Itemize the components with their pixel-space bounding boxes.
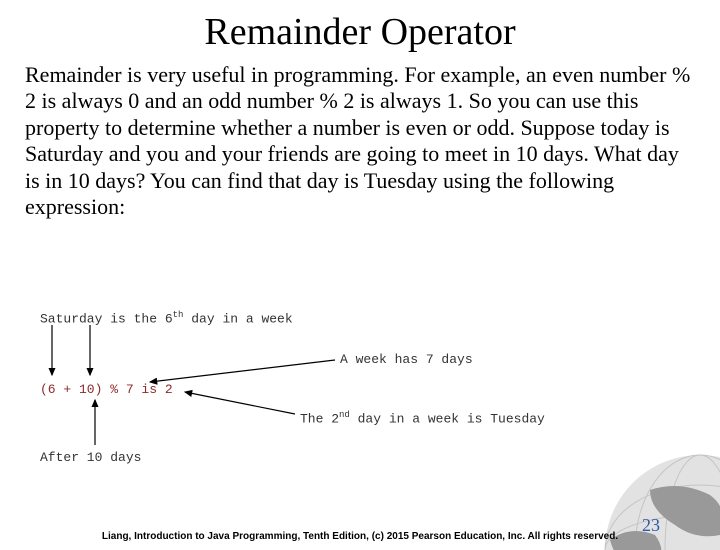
slide: Remainder Operator Remainder is very use…	[0, 10, 720, 550]
page-number: 23	[642, 515, 660, 536]
footer-citation: Liang, Introduction to Java Programming,…	[0, 531, 720, 542]
slide-title: Remainder Operator	[0, 10, 720, 54]
slide-body: Remainder is very useful in programming.…	[25, 62, 695, 220]
